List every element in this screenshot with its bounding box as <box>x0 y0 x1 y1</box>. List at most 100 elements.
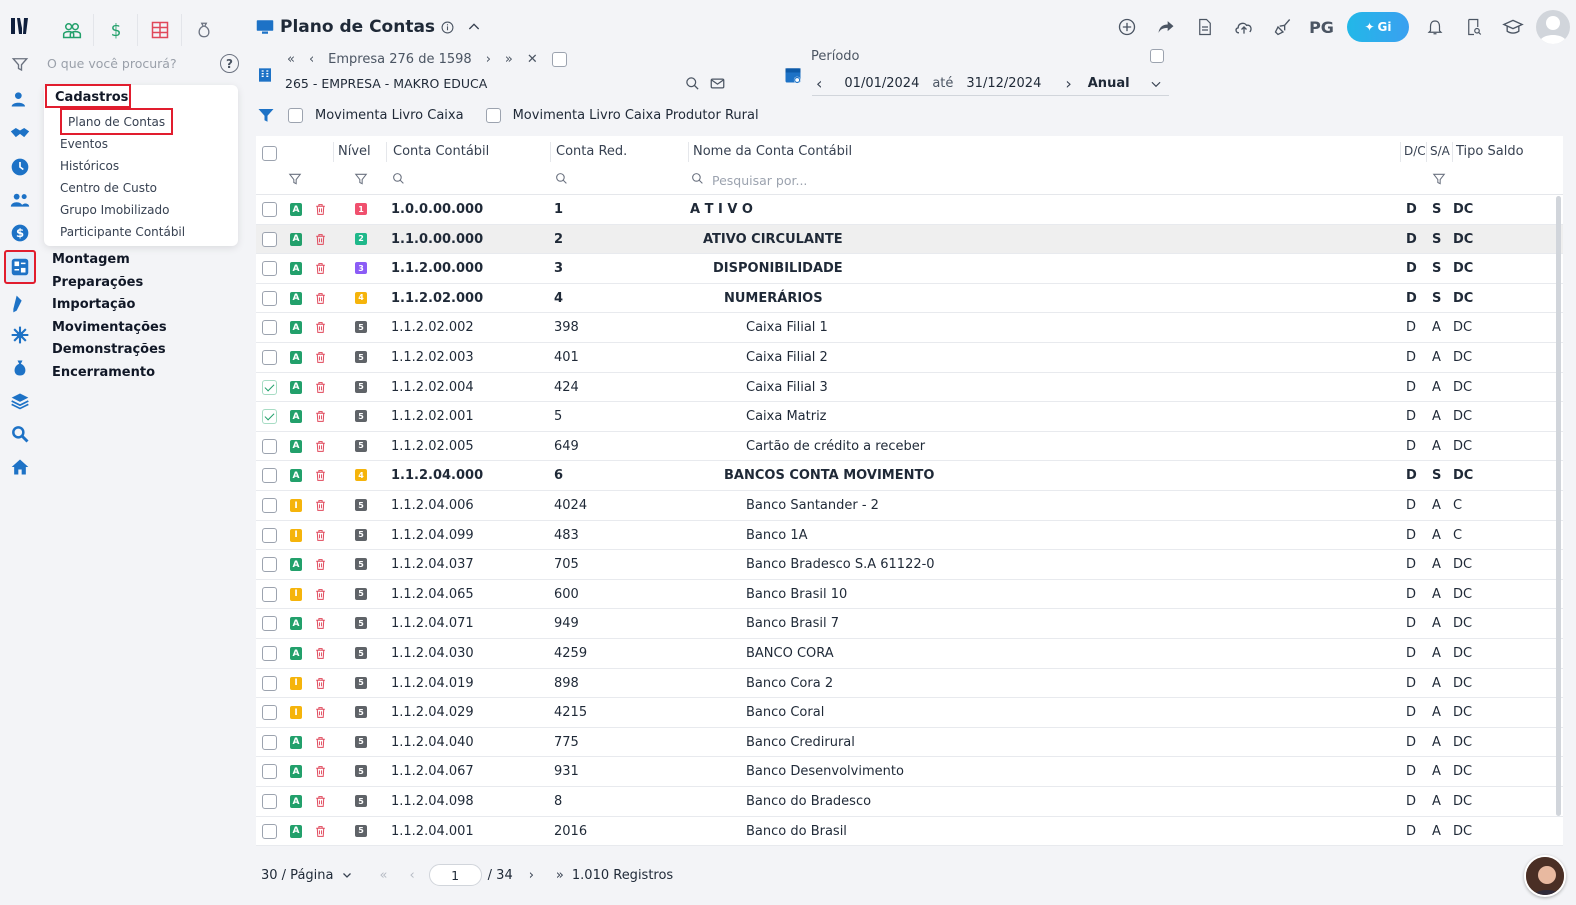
table-row[interactable]: I 5 1.1.2.04.065 600 Banco Brasil 10 D A DC <box>256 580 1563 610</box>
graduation-cap-icon[interactable] <box>1493 10 1532 44</box>
table-row[interactable]: A 5 1.1.2.04.071 949 Banco Brasil 7 D A DC <box>256 609 1563 639</box>
row-checkbox[interactable] <box>262 350 277 365</box>
prev-empresa-icon[interactable]: ‹ <box>309 52 314 67</box>
prev-period-icon[interactable]: ‹ <box>816 74 822 93</box>
help-icon[interactable]: ? <box>220 54 239 73</box>
gi-assistant-button[interactable]: ✦ Gi <box>1347 12 1409 42</box>
trash-icon[interactable] <box>314 468 327 483</box>
user-avatar[interactable] <box>1536 10 1570 44</box>
table-row[interactable]: A 5 1.1.2.02.001 5 Caixa Matriz D A DC <box>256 402 1563 432</box>
menu-item-montagem[interactable]: Montagem <box>52 252 130 267</box>
row-checkbox[interactable] <box>262 764 277 780</box>
menu-item-importacao[interactable]: Importação <box>52 297 135 312</box>
period-start[interactable]: 01/01/2024 <box>844 76 919 91</box>
next-empresa-icon[interactable]: › <box>486 52 491 67</box>
next-page-icon[interactable]: › <box>529 868 534 883</box>
filter-icon[interactable] <box>8 52 32 76</box>
table-row[interactable]: A 5 1.1.2.02.003 401 Caixa Filial 2 D A DC <box>256 343 1563 373</box>
table-row[interactable]: A 2 1.1.0.00.000 2 ATIVO CIRCULANTE D S DC <box>256 224 1563 255</box>
trash-icon[interactable] <box>314 676 327 691</box>
logo-icon[interactable] <box>8 14 32 38</box>
last-page-icon[interactable]: » <box>505 52 513 67</box>
row-checkbox[interactable] <box>262 794 277 809</box>
row-checkbox[interactable] <box>262 438 277 454</box>
pen-icon[interactable] <box>8 292 32 316</box>
nome-search-icon[interactable] <box>691 172 704 185</box>
scrollbar[interactable] <box>1556 196 1561 816</box>
menu-item-movimentacoes[interactable]: Movimentações <box>52 320 167 335</box>
row-checkbox[interactable] <box>262 290 277 306</box>
row-checkbox[interactable] <box>262 261 277 277</box>
trash-icon[interactable] <box>314 439 327 454</box>
menu-item-historicos[interactable]: Históricos <box>60 159 119 173</box>
layers-icon[interactable] <box>8 389 32 413</box>
menu-item-centro-de-custo[interactable]: Centro de Custo <box>60 181 157 195</box>
periodo-checkbox[interactable] <box>1150 49 1164 63</box>
row-checkbox[interactable] <box>262 675 277 691</box>
search-icon[interactable] <box>8 422 32 446</box>
row-checkbox[interactable] <box>262 557 277 573</box>
trash-icon[interactable] <box>314 528 327 543</box>
table-row[interactable]: A 5 1.1.2.04.067 931 Banco Desenvolvimento D A… <box>256 757 1563 787</box>
header-conta-contabil[interactable]: Conta Contábil <box>393 144 489 159</box>
conta-search-icon[interactable] <box>392 172 405 185</box>
header-sa[interactable]: S/A <box>1430 144 1450 158</box>
conta-red-search-icon[interactable] <box>555 172 568 185</box>
mail-icon[interactable] <box>710 76 725 91</box>
trash-icon[interactable] <box>314 498 327 513</box>
row-checkbox[interactable] <box>262 734 277 750</box>
menu-item-grupo-imobilizado[interactable]: Grupo Imobilizado <box>60 203 169 217</box>
trash-icon[interactable] <box>314 409 327 424</box>
trash-icon[interactable] <box>314 380 327 395</box>
user-icon[interactable] <box>8 87 32 111</box>
header-dc[interactable]: D/C <box>1404 144 1426 158</box>
trash-icon[interactable] <box>314 320 327 335</box>
table-row[interactable]: I 5 1.1.2.04.006 4024 Banco Santander - 2 DAC <box>256 491 1563 521</box>
nivel-filter-icon[interactable] <box>354 172 368 186</box>
table-row[interactable]: A 4 1.1.2.02.000 4 NUMERÁRIOS D S DC <box>256 284 1563 314</box>
trash-icon[interactable] <box>314 646 327 661</box>
accounting-icon[interactable] <box>4 250 36 284</box>
dollar-icon[interactable]: $ <box>8 221 32 245</box>
funnel-icon[interactable] <box>256 106 276 124</box>
close-icon[interactable]: ✕ <box>527 52 538 67</box>
table-row[interactable]: A 3 1.1.2.00.000 3 DISPONIBILIDADE D S DC <box>256 254 1563 284</box>
row-checkbox[interactable] <box>262 231 277 247</box>
menu-item-eventos[interactable]: Eventos <box>60 137 108 151</box>
select-all-checkbox[interactable] <box>262 146 277 161</box>
row-checkbox[interactable] <box>262 527 277 543</box>
broom-icon[interactable] <box>1263 10 1302 44</box>
menu-search[interactable]: O que você procurá? ? <box>47 52 241 74</box>
table-row[interactable]: A 5 1.1.2.04.037 705 Banco Bradesco S.A 6112… <box>256 550 1563 580</box>
cloud-upload-icon[interactable] <box>1224 10 1263 44</box>
table-row[interactable]: A 4 1.1.2.04.000 6 BANCOS CONTA MOVIMENTO D S D… <box>256 461 1563 491</box>
table-row[interactable]: A 5 1.1.2.02.005 649 Cartão de crédito a rec… <box>256 432 1563 462</box>
spreadsheet-module-icon[interactable] <box>138 14 182 46</box>
table-row[interactable]: A 5 1.1.2.02.004 424 Caixa Filial 3 D A DC <box>256 373 1563 403</box>
per-page-select[interactable]: 30 / Página <box>261 868 333 883</box>
table-row[interactable]: I 5 1.1.2.04.019 898 Banco Cora 2 D A DC <box>256 669 1563 699</box>
row-checkbox[interactable] <box>262 616 277 632</box>
nome-search-input[interactable]: Pesquisar por... <box>712 173 807 188</box>
trash-icon[interactable] <box>314 616 327 631</box>
row-checkbox[interactable] <box>262 586 277 602</box>
trash-icon[interactable] <box>314 232 327 247</box>
trash-icon[interactable] <box>314 291 327 306</box>
row-checkbox[interactable] <box>262 646 277 661</box>
row-checkbox[interactable] <box>262 498 277 513</box>
status-filter-icon[interactable] <box>288 172 302 186</box>
empresa-checkbox[interactable] <box>551 52 567 67</box>
header-nivel[interactable]: Nível <box>338 144 371 159</box>
chevron-up-icon[interactable] <box>466 19 482 35</box>
menu-section-cadastros[interactable]: Cadastros <box>45 84 131 108</box>
menu-item-encerramento[interactable]: Encerramento <box>52 365 155 380</box>
row-checkbox[interactable] <box>262 823 277 839</box>
money-bag-icon[interactable] <box>8 356 32 380</box>
per-page-chevron-icon[interactable] <box>341 869 353 881</box>
trash-icon[interactable] <box>314 735 327 750</box>
table-row[interactable]: A 5 1.1.2.04.098 8 Banco do Bradesco D A DC <box>256 787 1563 817</box>
next-period-icon[interactable]: › <box>1065 74 1071 93</box>
assistant-avatar[interactable] <box>1524 855 1566 897</box>
clock-icon[interactable] <box>8 155 32 179</box>
header-nome-conta[interactable]: Nome da Conta Contábil <box>693 144 852 159</box>
